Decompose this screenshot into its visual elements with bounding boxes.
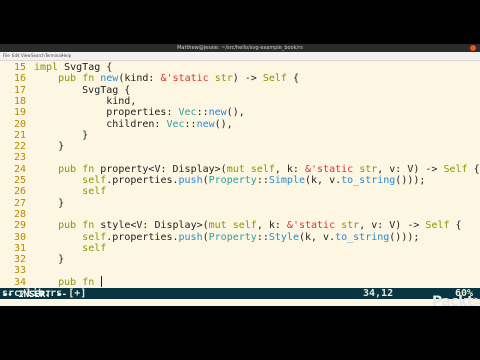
vim-editor[interactable]: 15 impl SvgTag {16 pub fn new(kind: &'sta… [0, 61, 480, 288]
menu-edit[interactable]: Edit [12, 53, 20, 58]
menu-file[interactable]: File [3, 53, 10, 58]
code-text: } [34, 254, 65, 266]
terminal-window: Matthew@jessie: ~/src/hello/svg-example_… [0, 44, 480, 306]
vim-command-line [0, 299, 480, 306]
vim-status-line: src/lib.rs [+] 34,12 60% [0, 288, 480, 299]
close-icon[interactable] [470, 45, 476, 51]
vim-mode-indicator: -- INSERT -- [2, 290, 68, 300]
menu-terminal[interactable]: Terminal [45, 53, 62, 58]
menu-bar: File Edit View Search Terminal Help [0, 52, 480, 61]
window-title: Matthew@jessie: ~/src/hello/svg-example_… [177, 45, 303, 51]
menu-help[interactable]: Help [62, 53, 71, 58]
title-bar: Matthew@jessie: ~/src/hello/svg-example_… [0, 44, 480, 52]
text-cursor [101, 276, 103, 288]
status-cursor-position: 34,12 [363, 288, 394, 299]
code-text: } [34, 197, 65, 209]
code-text: } [34, 141, 65, 153]
code-text: pub fn [34, 276, 103, 289]
menu-view[interactable]: View [21, 53, 31, 58]
line-number: 34 [13, 276, 26, 288]
packt-logo: Packt> [432, 294, 480, 310]
menu-search[interactable]: Search [31, 53, 45, 58]
